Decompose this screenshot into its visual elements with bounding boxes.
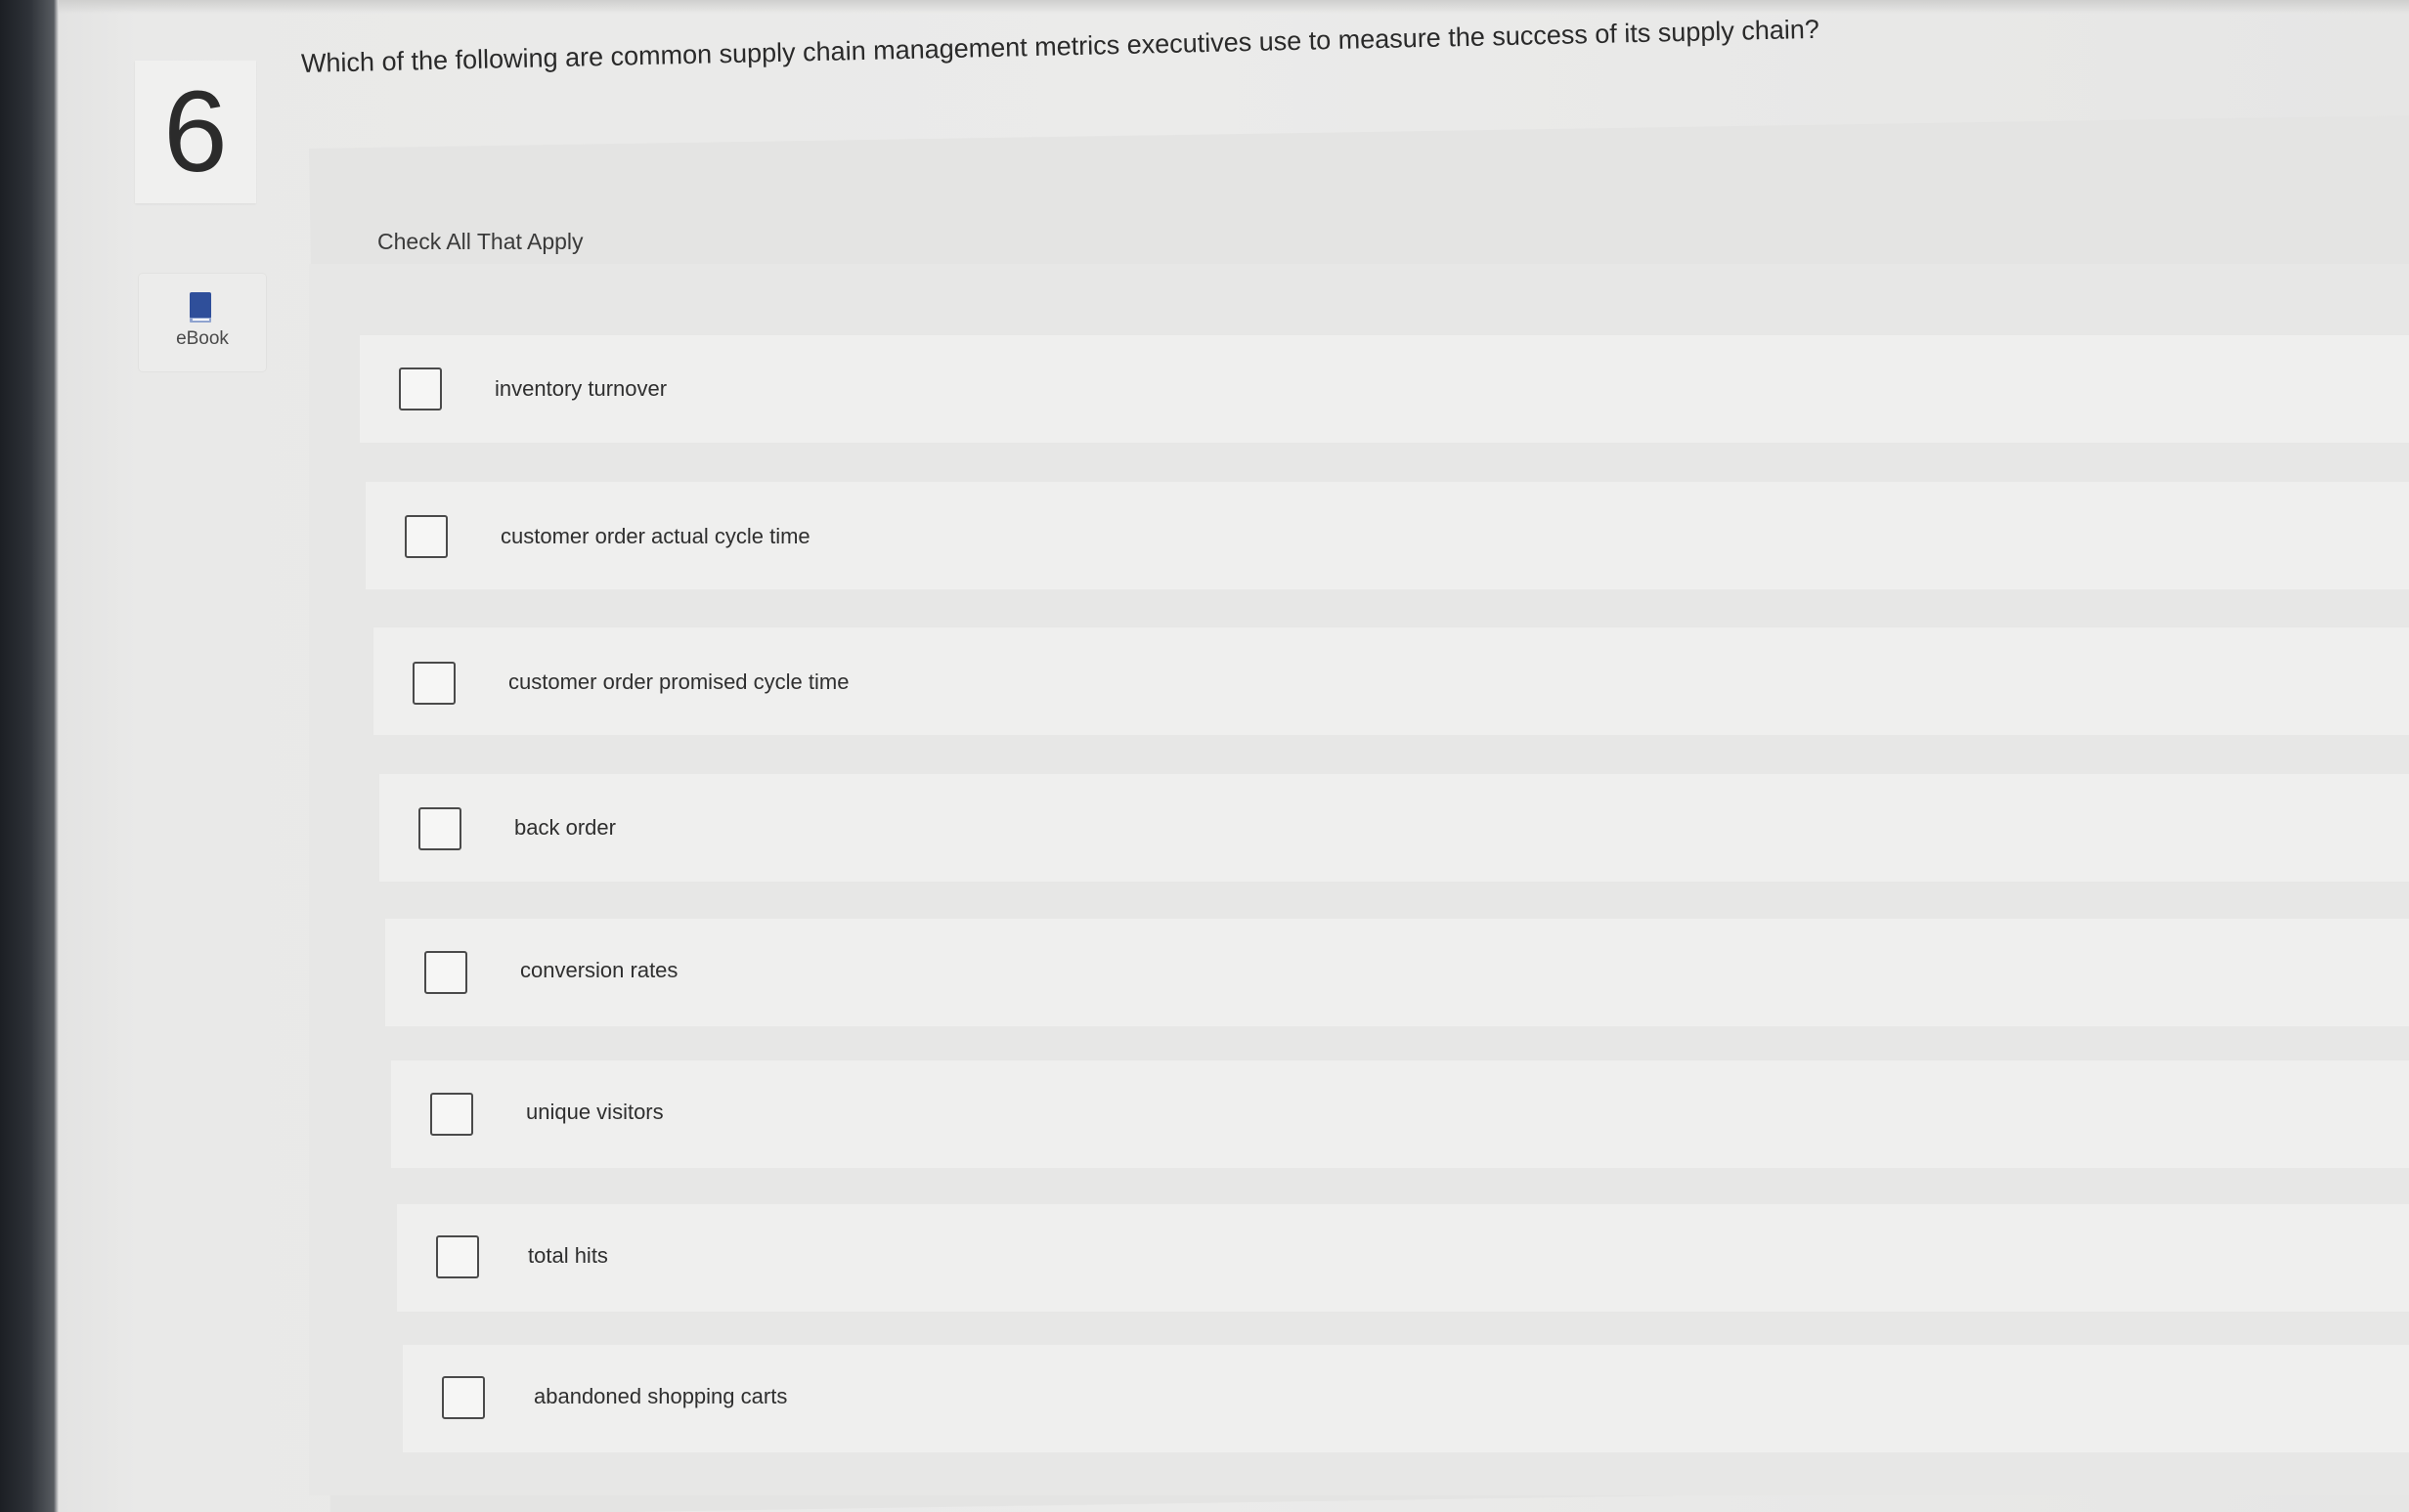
option-label: customer order actual cycle time — [501, 524, 810, 548]
option-row[interactable]: back order — [379, 774, 2409, 882]
option-label: back order — [514, 815, 616, 840]
option-checkbox[interactable] — [399, 367, 442, 410]
option-checkbox[interactable] — [442, 1376, 485, 1419]
book-icon — [190, 292, 211, 323]
option-checkbox[interactable] — [436, 1235, 479, 1278]
option-label: abandoned shopping carts — [534, 1384, 788, 1408]
option-label: unique visitors — [526, 1100, 664, 1124]
option-checkbox[interactable] — [418, 807, 461, 850]
screen-bezel — [0, 0, 59, 1512]
option-row[interactable]: unique visitors — [391, 1060, 2409, 1168]
option-row[interactable]: total hits — [397, 1204, 2409, 1312]
option-label: conversion rates — [520, 958, 679, 982]
option-checkbox[interactable] — [413, 662, 456, 705]
option-label: total hits — [528, 1243, 608, 1268]
option-checkbox[interactable] — [405, 515, 448, 558]
ebook-button[interactable]: eBook — [139, 274, 266, 371]
quiz-page: 6 eBook Which of the following are commo… — [0, 0, 2409, 1512]
option-checkbox[interactable] — [430, 1093, 473, 1136]
top-strip — [59, 0, 2409, 14]
option-row[interactable]: inventory turnover — [360, 335, 2409, 443]
ebook-label: eBook — [176, 328, 229, 349]
question-number: 6 — [163, 67, 228, 196]
option-label: customer order promised cycle time — [508, 670, 850, 694]
option-row[interactable]: conversion rates — [385, 919, 2409, 1026]
option-checkbox[interactable] — [424, 951, 467, 994]
option-row[interactable]: customer order promised cycle time — [373, 627, 2409, 735]
option-label: inventory turnover — [495, 376, 668, 401]
option-row[interactable]: customer order actual cycle time — [366, 482, 2409, 589]
instruction-text: Check All That Apply — [377, 229, 584, 254]
question-text: Which of the following are common supply… — [300, 14, 1820, 78]
option-row[interactable]: abandoned shopping carts — [403, 1345, 2409, 1452]
question-number-box: 6 — [135, 61, 256, 203]
